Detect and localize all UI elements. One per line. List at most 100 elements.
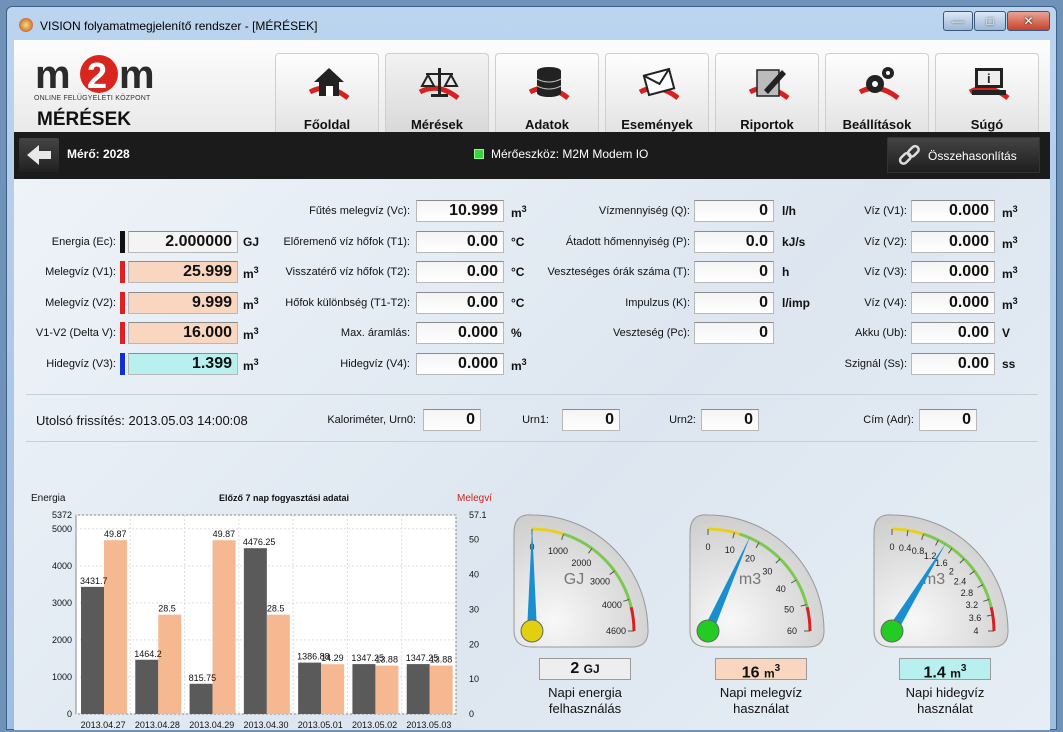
minimize-button[interactable]: —: [943, 11, 973, 31]
last-refresh: Utolsó frissítés: 2013.05.03 14:00:08: [36, 413, 248, 428]
water-field-0-label: Víz (V1):: [864, 205, 907, 217]
hotwater-data-label: 49.87: [104, 529, 127, 539]
help-icon: i: [968, 68, 1010, 100]
gauge-tick-label: 2000: [571, 558, 591, 568]
nav-home[interactable]: Főoldal: [275, 53, 379, 132]
flow-field-0-value: 0: [694, 200, 774, 222]
scale-icon: [418, 68, 460, 100]
energy-bar: [406, 664, 430, 714]
title-bar[interactable]: VISION folyamatmegjelenítő rendszer - [M…: [7, 7, 1056, 39]
gauge-tick-label: 3.6: [969, 613, 982, 623]
gauge-0-display: 2 GJ: [539, 658, 631, 680]
energy-field-3-indicator: [120, 322, 125, 344]
app-window: VISION folyamatmegjelenítő rendszer - [M…: [6, 6, 1057, 730]
nav-gears[interactable]: Beállítások: [825, 53, 929, 132]
energy-field-4-label: Hidegvíz (V3):: [46, 357, 116, 370]
gauge-tick-label: 2.4: [954, 577, 967, 587]
water-field-5-label: Szignál (Ss):: [844, 357, 907, 370]
nav-scale[interactable]: Mérések: [385, 53, 489, 132]
water-field-4-label: Akku (Ub):: [855, 327, 907, 339]
energy-bar: [352, 664, 376, 714]
maximize-button[interactable]: □: [974, 11, 1006, 31]
hotwater-bar: [158, 614, 182, 714]
heat-field-3-unit: °C: [511, 295, 525, 310]
gauge-2-display: 1.4 m3: [899, 658, 991, 681]
heat-field-3-value: 0.00: [416, 291, 504, 314]
y-tick-left: 3000: [52, 598, 72, 608]
energy-data-label: 4476.25: [243, 537, 276, 547]
svg-text:m: m: [35, 54, 69, 94]
chart-title: Előző 7 nap fogyasztási adatai: [219, 493, 349, 503]
flow-field-1-label: Átadott hőmennyiség (P):: [565, 235, 690, 248]
gauge-tick-label: 60: [787, 626, 797, 636]
energy-data-label: 1464.2: [134, 649, 162, 659]
energy-field-1-indicator: [120, 261, 125, 283]
gauge-0: 010002000300040004600GJ: [513, 514, 649, 648]
gauge-tick-label: 4: [973, 626, 978, 636]
hotwater-data-label: 13.88: [430, 655, 453, 665]
energy-data-label: 3431.7: [80, 576, 108, 586]
gauge-0-caption: Napi energia felhasználás: [522, 685, 648, 717]
measurements-panel: Energia (Ec): 2.000000 GJ Melegvíz (V1): 25.…: [14, 179, 1050, 730]
heat-field-0-unit: m3: [511, 204, 527, 220]
database-icon: [528, 67, 570, 100]
gauge-tick-label: 2: [949, 567, 954, 577]
flow-field-0-unit: l/h: [782, 204, 796, 218]
y-tick-left: 2000: [52, 635, 72, 645]
x-tick-label: 2013.05.02: [352, 720, 397, 729]
heat-field-4-label: Max. áramlás:: [340, 327, 410, 339]
gauge-1: 0 10 20 30 40 50 60 m3: [689, 514, 825, 648]
flow-field-0-label: Vízmennyiség (Q):: [598, 205, 690, 217]
water-field-2-label: Víz (V3):: [864, 266, 907, 278]
x-tick-label: 2013.04.29: [189, 720, 234, 729]
nav-database[interactable]: Adatok: [495, 53, 599, 132]
toolbar: Mérő: 2028 Mérőeszköz: M2M Modem IO Össz…: [14, 132, 1050, 179]
arrow-left-icon: [27, 145, 51, 165]
app-icon: [19, 18, 33, 32]
gauge-tick-label: 3.2: [966, 600, 979, 610]
hotwater-bar: [429, 665, 453, 714]
gauge-tick-label: 1000: [548, 546, 568, 556]
y-tick-right: 0: [469, 709, 474, 719]
heat-field-2-label: Visszatérő víz hőfok (T2):: [285, 266, 410, 278]
x-tick-label: 2013.04.30: [243, 720, 288, 729]
y-tick-left: 4000: [52, 561, 72, 571]
device-name: Mérőeszköz: M2M Modem IO: [491, 147, 649, 161]
report-icon: [748, 69, 790, 100]
m2m-logo: m 2 m: [35, 54, 155, 94]
gauge-2: 0 0.4 0.81.21.622.42.83.23.64m3: [873, 514, 1009, 648]
y-tick-left: 5372: [52, 510, 72, 520]
nav-envelope[interactable]: Események: [605, 53, 709, 132]
gauge-1-display: 16 m3: [715, 658, 807, 681]
nav-report[interactable]: Riportok: [715, 53, 819, 132]
flow-field-3-label: Impulzus (K):: [625, 296, 690, 309]
energy-field-3-unit: m3: [243, 326, 259, 342]
back-button[interactable]: [19, 138, 59, 172]
heat-field-5-unit: m3: [511, 356, 527, 373]
close-button[interactable]: ✕: [1007, 11, 1050, 31]
gauge-tick-label: 30: [762, 567, 772, 577]
nav-help[interactable]: i Súgó: [935, 53, 1039, 132]
gauge-tick-label: 3000: [590, 577, 610, 587]
water-field-5-unit: ss: [1002, 356, 1016, 371]
energy-bar: [243, 548, 267, 714]
nav-label: Mérések: [410, 117, 464, 132]
heat-field-4-unit: %: [511, 326, 522, 340]
hotwater-data-label: 28.5: [267, 604, 285, 614]
x-tick-label: 2013.05.03: [406, 720, 451, 729]
heat-field-0-value: 10.999: [416, 200, 504, 222]
energy-field-3-value: 16.000: [128, 322, 238, 344]
gauge-tick-label: 10: [725, 545, 735, 555]
energy-bar: [298, 662, 322, 714]
header: m 2 m ONLINE FELÜGYELETI KÖZPONT MÉRÉSEK…: [14, 40, 1050, 132]
flow-field-1-value: 0.0: [694, 230, 774, 253]
flow-field-2-unit: h: [782, 265, 790, 279]
water-field-2-unit: m3: [1002, 265, 1018, 281]
gauge-tick-label: 0: [889, 542, 894, 552]
hotwater-data-label: 13.88: [375, 655, 398, 665]
svg-text:2: 2: [87, 55, 107, 94]
hotwater-bar: [104, 540, 127, 714]
water-field-4-unit: V: [1002, 326, 1011, 340]
gauge-caption-line2: használat: [733, 701, 789, 716]
compare-button[interactable]: Összehasonlítás: [887, 137, 1040, 173]
